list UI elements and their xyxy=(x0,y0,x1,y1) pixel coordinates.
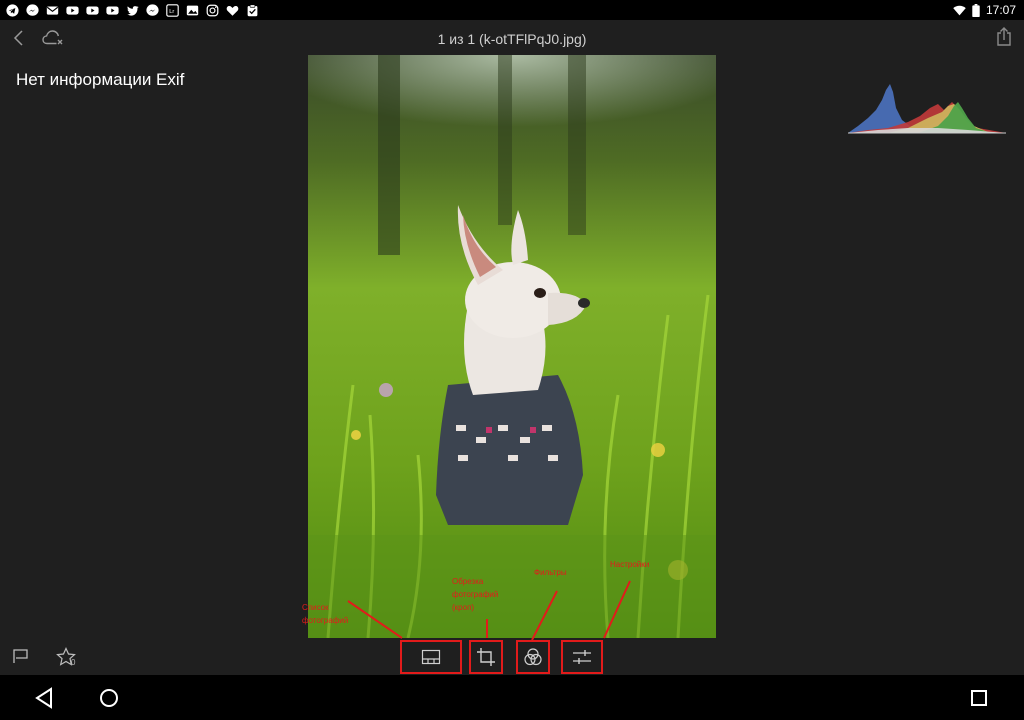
notification-icons: Lr xyxy=(6,3,259,17)
annotation-crop-line2: фотографий xyxy=(452,590,499,599)
messenger-icon xyxy=(26,3,39,17)
heart-icon xyxy=(226,4,239,17)
clock: 17:07 xyxy=(985,3,1016,17)
filmstrip-button[interactable] xyxy=(400,640,462,674)
nav-recents-button[interactable] xyxy=(966,685,992,711)
messenger-icon xyxy=(146,3,159,17)
photo-title: 1 из 1 (k-otTFlPqJ0.jpg) xyxy=(437,31,587,47)
twitter-icon xyxy=(126,4,139,17)
system-nav-bar xyxy=(0,675,1024,720)
youtube-icon xyxy=(86,4,99,17)
wifi-icon xyxy=(953,5,966,16)
filters-button[interactable] xyxy=(516,640,550,674)
lightroom-icon: Lr xyxy=(166,3,179,17)
rating-button[interactable] xyxy=(56,647,80,667)
crop-icon xyxy=(477,648,495,666)
histogram xyxy=(848,82,1006,134)
flag-button[interactable] xyxy=(12,648,30,664)
circle-home-icon xyxy=(100,689,118,707)
annotation-settings: Настройки xyxy=(610,560,650,569)
square-recents-icon xyxy=(971,690,987,706)
annotation-filters: Фильтры xyxy=(534,568,567,577)
youtube-icon xyxy=(106,4,119,17)
top-bar: 1 из 1 (k-otTFlPqJ0.jpg) xyxy=(0,20,1024,56)
status-bar: Lr 17:07 xyxy=(0,0,1024,20)
annotation-crop-line1: Обрезка xyxy=(452,577,484,586)
annotation-crop-line3: (кроп) xyxy=(452,603,475,612)
triangle-back-icon xyxy=(35,687,52,709)
image-icon xyxy=(186,4,199,17)
status-right: 17:07 xyxy=(953,3,1016,17)
flag-icon xyxy=(13,649,28,663)
exif-info: Нет информации Exif xyxy=(16,70,185,89)
filters-icon xyxy=(524,648,542,666)
filmstrip-icon xyxy=(421,649,441,665)
clipboard-check-icon xyxy=(246,3,259,17)
adjustments-button[interactable] xyxy=(561,640,603,674)
telegram-icon xyxy=(6,3,19,17)
svg-text:Lr: Lr xyxy=(169,8,174,14)
annotation-crop: Обрезка фотографий (кроп) xyxy=(452,575,516,614)
nav-back-button[interactable] xyxy=(32,685,58,711)
photo-canvas[interactable] xyxy=(308,55,716,638)
screen: Lr 17:07 1 из 1 (k-otTFlPqJ0.jpg) Нет ин… xyxy=(0,0,1024,720)
battery-icon xyxy=(972,3,980,17)
sliders-icon xyxy=(573,650,591,664)
crop-button[interactable] xyxy=(469,640,503,674)
dog-photo xyxy=(308,55,716,638)
share-button[interactable] xyxy=(994,26,1014,48)
mail-icon xyxy=(46,4,59,17)
photo-viewer: 1 из 1 (k-otTFlPqJ0.jpg) Нет информации … xyxy=(0,20,1024,675)
share-icon xyxy=(997,27,1011,46)
star-count: 0 xyxy=(71,658,76,667)
instagram-icon xyxy=(206,4,219,17)
youtube-icon xyxy=(66,4,79,17)
nav-home-button[interactable] xyxy=(96,685,122,711)
annotation-filmstrip: Список фотографий xyxy=(302,603,349,625)
